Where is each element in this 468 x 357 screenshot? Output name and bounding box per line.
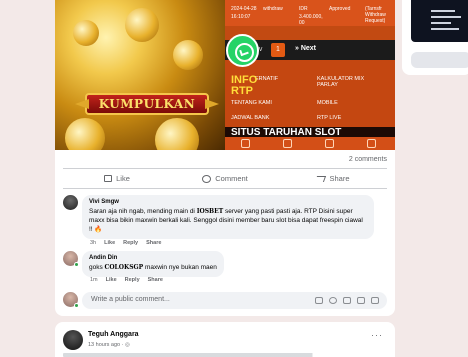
comment-time[interactable]: 3h — [90, 240, 96, 246]
post-time-label: 13 hours ago · — [88, 342, 125, 348]
pagination-current: 1 — [271, 43, 285, 57]
avatar — [63, 292, 79, 308]
coin-image — [155, 118, 199, 150]
comment-share-button[interactable]: Share — [148, 277, 163, 283]
post-actions: Like Comment Share — [63, 170, 387, 187]
table-cell: IDR — [299, 6, 308, 12]
info-rtp-label: INFO RTP — [231, 75, 257, 97]
menu-item: MOBILE — [317, 100, 338, 106]
menu-item: ERNATIF — [255, 76, 279, 82]
gift-icon — [367, 139, 376, 148]
table-cell: withdraw — [263, 6, 283, 12]
post-image[interactable]: KUMPULKAN 2024-04-28 16:10:07 withdraw I… — [55, 0, 395, 150]
people-icon — [283, 139, 292, 148]
table-cell: Approved — [329, 6, 351, 12]
comment-text-part: maxwin nye bukan maen — [143, 264, 217, 271]
globe-icon: ◎ — [125, 342, 130, 348]
share-button[interactable]: Share — [279, 170, 387, 187]
comment-icon — [202, 174, 212, 183]
comment-like-button[interactable]: Like — [106, 277, 117, 283]
post-time[interactable]: 13 hours ago · ◎ — [88, 342, 130, 348]
comment-like-button[interactable]: Like — [104, 240, 115, 246]
post-text-preview — [63, 353, 383, 357]
menu-item: TENTANG KAMI — [231, 100, 272, 106]
post-author[interactable]: Teguh Anggara — [88, 331, 139, 338]
comment-author[interactable]: Andin Din — [89, 255, 217, 261]
divider — [63, 168, 387, 169]
comment-label: Comment — [215, 174, 248, 183]
comment-bubble: Andin Din goks COLOKSGP maxwin nye bukan… — [82, 251, 224, 277]
comment-text: goks COLOKSGP maxwin nye bukan maen — [89, 263, 217, 272]
comment-text: Saran aja nih ngab, mending main di IOSB… — [89, 207, 367, 234]
comment-author[interactable]: Vivi Smgw — [89, 199, 367, 205]
menu-item: JADWAL BANK — [231, 115, 270, 121]
coin-image — [65, 118, 105, 150]
thumbnail-image[interactable] — [411, 0, 468, 42]
like-button[interactable]: Like — [63, 170, 171, 187]
avatar[interactable] — [63, 195, 78, 210]
avatar-sticker-icon[interactable] — [371, 297, 379, 304]
thumbnail-line — [431, 16, 461, 18]
fire-emoji: 🔥 — [94, 226, 103, 233]
home-icon — [241, 139, 250, 148]
online-status-icon — [74, 262, 79, 267]
comment-text-part: Saran aja nih ngab, mending main di — [89, 208, 197, 215]
avatar[interactable] — [63, 251, 79, 267]
avatar[interactable] — [63, 330, 83, 350]
gif-icon[interactable] — [357, 297, 365, 304]
coin-image — [125, 8, 159, 42]
comment-bubble: Vivi Smgw Saran aja nih ngab, mending ma… — [82, 195, 374, 239]
post-card: KUMPULKAN 2024-04-28 16:10:07 withdraw I… — [55, 0, 395, 316]
comment-reply-button[interactable]: Reply — [125, 277, 140, 283]
right-card-button[interactable] — [411, 52, 468, 68]
gold-coins-artwork: KUMPULKAN — [55, 0, 225, 150]
coin-image — [173, 40, 203, 70]
tag-icon — [325, 139, 334, 148]
online-status-icon — [74, 303, 79, 308]
thumbs-up-icon — [104, 175, 113, 182]
like-label: Like — [116, 174, 130, 183]
comment-input[interactable]: Write a public comment... — [82, 292, 387, 309]
kumpulkan-banner: KUMPULKAN — [85, 93, 209, 115]
share-label: Share — [329, 174, 350, 183]
transaction-row: 2024-04-28 16:10:07 withdraw IDR 3.400.0… — [225, 0, 395, 26]
coin-image — [73, 20, 99, 46]
comment-reply-button[interactable]: Reply — [123, 240, 138, 246]
comment-button[interactable]: Comment — [171, 170, 279, 187]
share-icon — [315, 175, 327, 182]
emoji-icon[interactable] — [329, 297, 337, 304]
comment-text-part: goks — [89, 264, 105, 271]
comment-composer: Write a public comment... — [63, 292, 387, 309]
table-cell: Request) — [365, 18, 386, 24]
whatsapp-icon — [226, 34, 259, 67]
site-screenshot: 2024-04-28 16:10:07 withdraw IDR 3.400.0… — [225, 0, 395, 150]
site-bottom-nav — [225, 137, 395, 150]
comment-item: Andin Din goks COLOKSGP maxwin nye bukan… — [63, 251, 387, 285]
comment-time[interactable]: 1m — [90, 277, 98, 283]
comment-item: Vivi Smgw Saran aja nih ngab, mending ma… — [63, 195, 387, 250]
camera-icon[interactable] — [343, 297, 351, 304]
table-cell: 2024-04-28 — [231, 6, 257, 12]
comment-meta: 3h Like Reply Share — [90, 240, 161, 246]
right-column-card — [402, 0, 468, 75]
site-banner: SITUS TARUHAN SLOT — [225, 127, 395, 137]
comment-brand: IOSBET — [196, 208, 224, 215]
comment-meta: 1m Like Reply Share — [90, 277, 163, 283]
sticker-icon[interactable] — [315, 297, 323, 304]
pagination-next: » Next — [295, 45, 317, 52]
divider — [63, 188, 387, 189]
comment-brand: COLOKSGP — [104, 264, 144, 271]
menu-item: KALKULATOR MIX PARLAY — [317, 76, 365, 88]
menu-item: RTP LIVE — [317, 115, 342, 121]
more-options-icon[interactable]: ··· — [371, 330, 383, 340]
table-cell: 16:10:07 — [231, 14, 251, 20]
comment-share-button[interactable]: Share — [146, 240, 161, 246]
rtp-label: RTP — [231, 85, 253, 97]
thumbnail-line — [431, 28, 459, 30]
comments-count[interactable]: 2 comments — [349, 156, 387, 163]
thumbnail-line — [431, 10, 455, 12]
thumbnail-line — [431, 22, 451, 24]
table-cell: 00 — [299, 20, 305, 26]
post-card: Teguh Anggara 13 hours ago · ◎ ··· — [55, 322, 395, 357]
